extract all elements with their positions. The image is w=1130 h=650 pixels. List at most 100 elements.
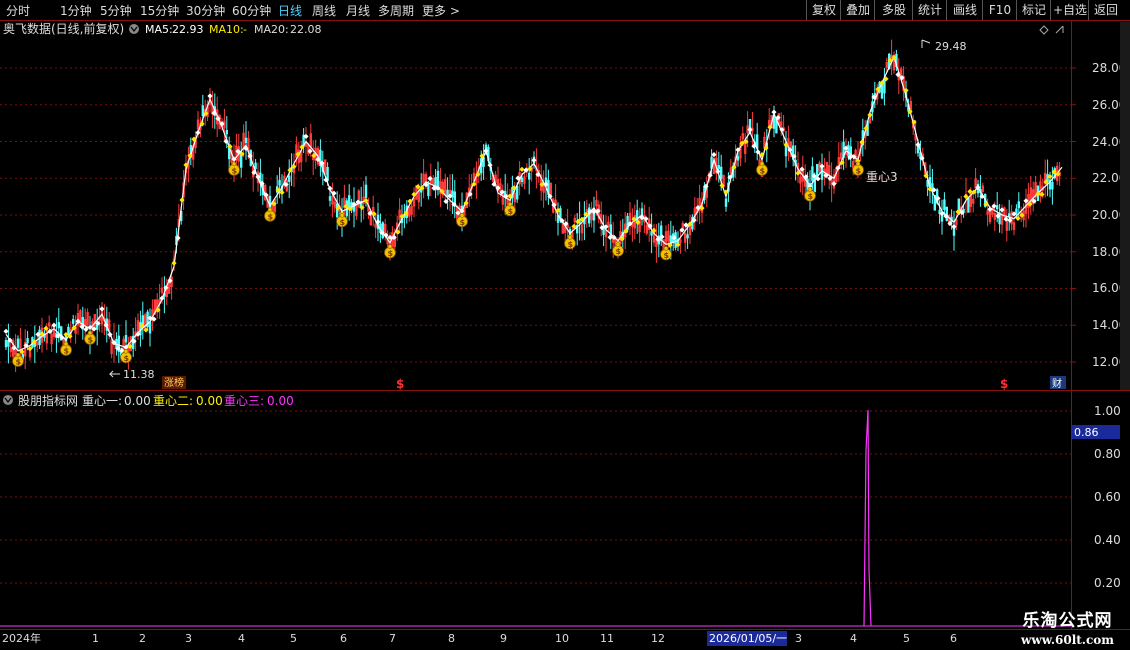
candle-body <box>847 144 850 157</box>
diamond-icon[interactable] <box>1039 25 1049 35</box>
money-bag-icon: $ <box>84 330 96 345</box>
panel-menu-icon[interactable] <box>129 24 139 34</box>
indicator-spike-line <box>863 409 872 627</box>
indicator-s2-label: 重心二: <box>153 394 193 408</box>
candle-body <box>542 185 545 193</box>
money-bag-icon: $ <box>504 202 516 217</box>
candle-body <box>720 166 723 179</box>
money-bag-icon: $ <box>60 341 72 356</box>
time-label: 3 <box>185 632 192 645</box>
money-event-badge[interactable]: $ <box>1000 377 1008 391</box>
candle-body <box>364 184 368 199</box>
time-label: 1 <box>92 632 99 645</box>
candle-body <box>432 178 435 186</box>
ma-dot-marker <box>867 112 873 118</box>
high-price-marker: 29.48 <box>935 40 967 53</box>
candle-body <box>225 130 228 135</box>
svg-text:$: $ <box>460 218 466 227</box>
candle-body <box>410 205 413 215</box>
candle-body <box>811 166 814 182</box>
time-label: 2024年 <box>2 631 41 645</box>
low-pointer-icon <box>108 370 120 378</box>
ma10-label: MA10: <box>209 23 244 36</box>
candle-body <box>67 326 70 334</box>
candle-body <box>4 340 8 348</box>
finance-badge-label: 财 <box>1052 377 1062 390</box>
indicator-tick: 0.40 <box>1094 533 1121 547</box>
candle-body <box>981 185 984 192</box>
watermark: 乐淘公式网 www.60lt.com <box>1021 606 1114 647</box>
ma-dot-markers <box>3 54 1061 359</box>
candle-body <box>664 231 668 244</box>
time-label: 8 <box>448 632 455 645</box>
time-label: 9 <box>500 632 507 645</box>
svg-text:$: $ <box>388 249 394 258</box>
candle-body <box>885 62 888 68</box>
candle-body <box>201 105 204 116</box>
ma-dot-marker <box>171 260 177 266</box>
indicator-menu-icon[interactable] <box>3 395 13 405</box>
svg-text:$: $ <box>124 354 130 363</box>
candle-body <box>374 223 377 228</box>
candle-body <box>717 165 720 170</box>
candle-body <box>520 177 524 182</box>
svg-text:$: $ <box>616 247 622 256</box>
candle-body <box>996 205 999 210</box>
time-label: 2 <box>139 632 146 645</box>
candle-body <box>972 199 975 204</box>
candle-body <box>799 176 802 184</box>
money-bag-icon: $ <box>660 246 672 261</box>
candle-body <box>513 192 516 203</box>
candle-body <box>684 233 687 243</box>
expand-icon[interactable] <box>1055 25 1064 34</box>
time-label: 12 <box>651 632 665 645</box>
watermark-url: www.60lt.com <box>1021 633 1114 647</box>
ma-dot-marker <box>375 219 381 225</box>
candle-body <box>967 197 970 213</box>
ma-dot-marker <box>51 322 57 328</box>
ma-dot-marker <box>531 157 537 163</box>
ma-dot-marker <box>771 109 777 115</box>
candle-body <box>333 201 336 208</box>
candle-body <box>427 184 430 197</box>
indicator-s2-value: 0.00 <box>196 394 223 408</box>
candle-body <box>523 176 526 184</box>
candle-body <box>580 224 584 234</box>
money-event-badge[interactable]: $ <box>396 377 404 391</box>
indicator-tick: 0.60 <box>1094 490 1121 504</box>
candle-body <box>1051 182 1054 190</box>
cursor-date: 2026/01/05/一 <box>709 632 787 645</box>
high-pointer-icon <box>921 39 931 48</box>
ma-dot-marker <box>519 166 525 173</box>
money-bag-icon: $ <box>228 161 240 176</box>
indicator-s1-label: 重心一: <box>82 394 122 408</box>
candle-body <box>355 205 358 217</box>
candle-body <box>57 322 60 329</box>
candle-body <box>943 199 946 210</box>
candle-body <box>26 338 29 344</box>
limit-up-badge-label: 涨榜 <box>164 376 184 389</box>
svg-text:$: $ <box>760 166 766 175</box>
candle-body <box>880 84 884 99</box>
svg-text:$: $ <box>232 166 238 175</box>
candle-body <box>398 209 401 220</box>
low-price-marker: 11.38 <box>123 368 155 381</box>
candle-body <box>1012 222 1016 230</box>
candle-body <box>1017 201 1020 209</box>
candlestick-series <box>4 39 1061 372</box>
time-label: 5 <box>290 632 297 645</box>
money-bag-icon: $ <box>756 161 768 176</box>
candle-body <box>309 133 312 148</box>
indicator-s3-label: 重心三: <box>224 394 264 408</box>
money-bag-icon: $ <box>564 235 576 250</box>
candle-body <box>48 322 51 327</box>
money-bag-icon: $ <box>612 242 624 257</box>
candle-body <box>993 213 996 220</box>
time-label: 6 <box>950 632 957 645</box>
indicator-tick: 0.80 <box>1094 447 1121 461</box>
candle-body <box>288 175 291 182</box>
svg-text:$: $ <box>856 166 862 175</box>
indicator-s1-value: 0.00 <box>124 394 151 408</box>
ma20-label: MA20: <box>254 23 289 36</box>
indicator-s3-value: 0.00 <box>267 394 294 408</box>
